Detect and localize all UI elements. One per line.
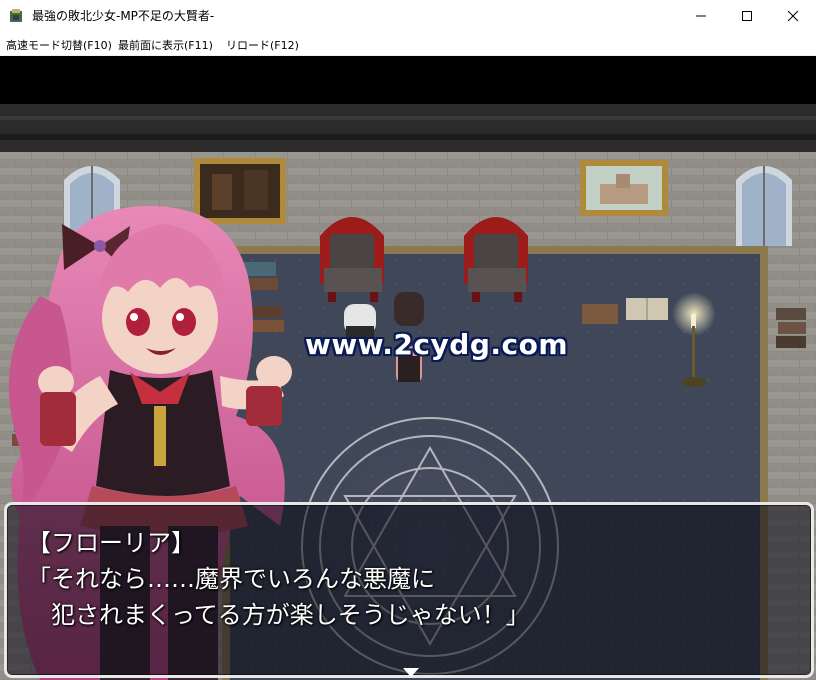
painting-castle xyxy=(580,160,668,216)
minimize-icon xyxy=(696,15,706,17)
watermark-text: www.2cydg.com xyxy=(305,328,569,361)
close-button[interactable] xyxy=(770,0,816,32)
menu-item-reload[interactable]: リロード(F12) xyxy=(226,37,299,53)
next-page-arrow-icon[interactable] xyxy=(403,668,419,677)
game-screen[interactable]: www.2cydg.com 【フローリア】 「それなら……魔界でいろんな悪魔に … xyxy=(0,56,816,680)
red-throne-chair-left xyxy=(320,217,384,302)
painting-dark-interior xyxy=(194,158,286,224)
menu-item-fast-mode[interactable]: 高速モード切替(F10) xyxy=(6,37,112,53)
dialog-speaker-name: 【フローリア】 xyxy=(27,529,195,557)
maximize-button[interactable] xyxy=(724,0,770,32)
book-stack-right xyxy=(776,308,806,348)
stained-glass-window-right xyxy=(736,166,792,246)
menu-item-always-on-top[interactable]: 最前面に表示(F11) xyxy=(118,37,213,53)
dialog-line-1: 「それなら……魔界でいろんな悪魔に xyxy=(27,565,435,593)
dialog-line-2: 犯されまくってる方が楽しそうじゃない！」 xyxy=(51,601,530,629)
menu-bar: 高速モード切替(F10) 最前面に表示(F11) リロード(F12) xyxy=(0,32,816,56)
game-app-icon xyxy=(10,9,22,22)
window-title-bar: 最強の敗北少女-MP不足の大賢者- xyxy=(0,0,816,32)
close-icon xyxy=(787,10,799,22)
window-title: 最強の敗北少女-MP不足の大賢者- xyxy=(32,9,215,23)
maximize-icon xyxy=(742,11,752,21)
minimize-button[interactable] xyxy=(678,0,724,32)
dialog-message-window[interactable]: 【フローリア】 「それなら……魔界でいろんな悪魔に 犯されまくってる方が楽しそう… xyxy=(4,502,814,678)
red-throne-chair-right xyxy=(464,217,528,302)
